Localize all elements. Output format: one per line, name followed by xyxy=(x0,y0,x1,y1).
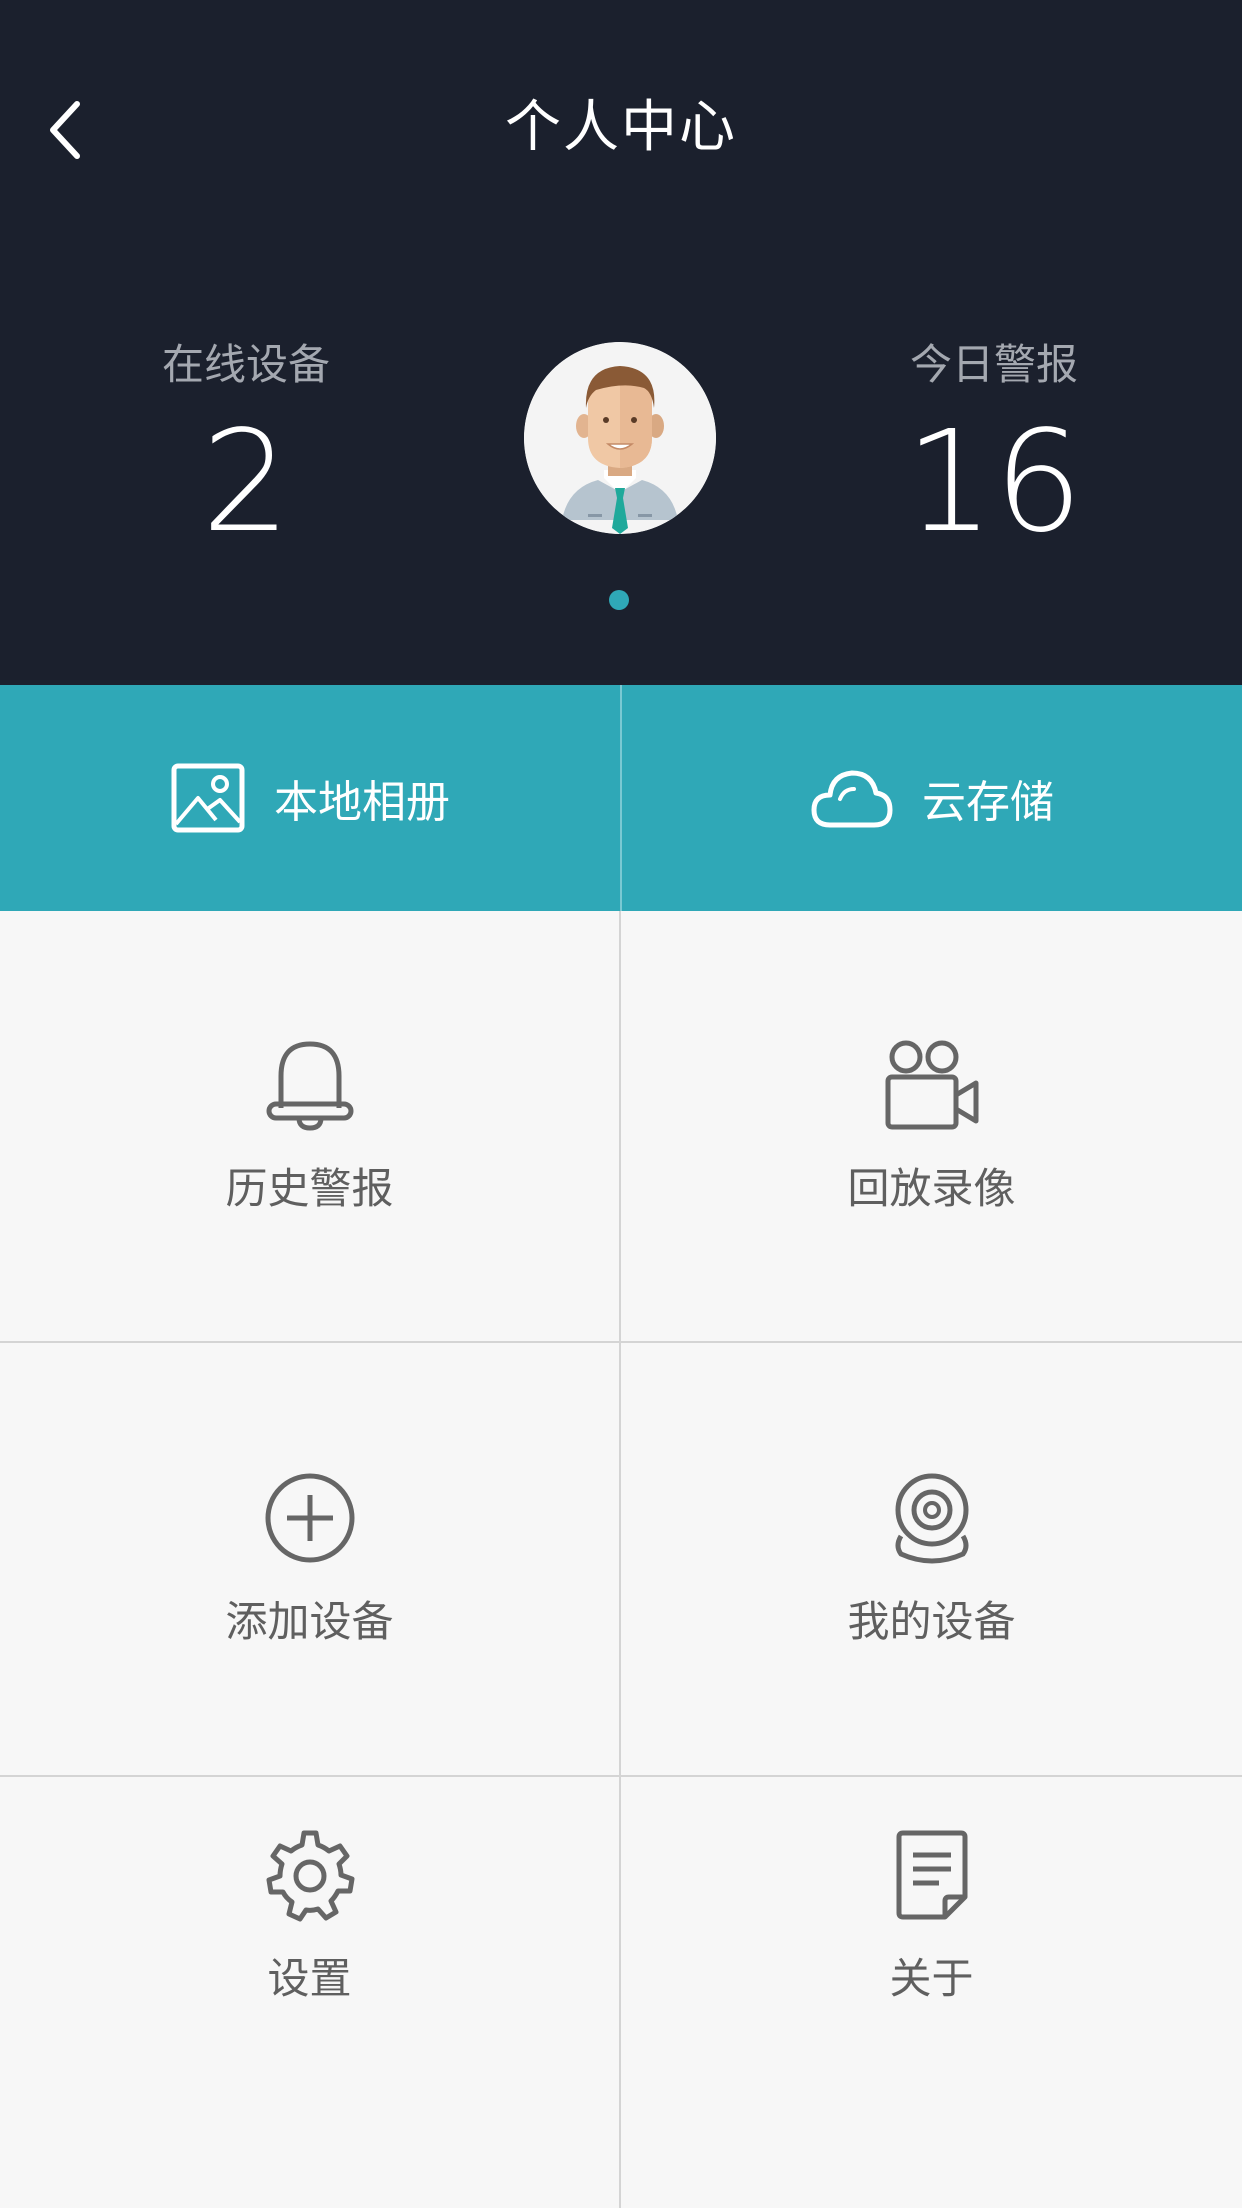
gear-icon xyxy=(262,1825,358,1925)
add-device-item[interactable]: 添加设备 xyxy=(0,1343,619,1775)
page-title: 个人中心 xyxy=(505,95,737,160)
playback-video-label: 回放录像 xyxy=(847,1164,1016,1213)
avatar[interactable] xyxy=(524,342,716,534)
user-avatar-icon xyxy=(524,342,716,534)
playback-video-item[interactable]: 回放录像 xyxy=(621,911,1242,1341)
about-item[interactable]: 关于 xyxy=(621,1777,1242,2208)
settings-item[interactable]: 设置 xyxy=(0,1777,619,2208)
history-alerts-item[interactable]: 历史警报 xyxy=(0,911,619,1341)
online-devices-count: 2 xyxy=(201,401,291,564)
menu-grid: 历史警报 回放录像 添加设备 我的设备 设置 关于 xyxy=(0,911,1242,2208)
today-alerts-label: 今日警报 xyxy=(909,340,1078,389)
header: 个人中心 在线设备 2 今日警报 16 xyxy=(0,0,1242,685)
bell-icon xyxy=(265,1035,355,1135)
video-camera-icon xyxy=(884,1035,980,1135)
my-devices-label: 我的设备 xyxy=(847,1597,1016,1646)
local-album-label: 本地相册 xyxy=(274,777,450,828)
history-alerts-label: 历史警报 xyxy=(225,1164,394,1213)
quick-actions-bar: 本地相册 云存储 xyxy=(0,685,1242,911)
cloud-storage-button[interactable]: 云存储 xyxy=(622,685,1242,911)
local-album-button[interactable]: 本地相册 xyxy=(0,685,620,911)
online-devices-label: 在线设备 xyxy=(161,340,330,389)
cloud-icon xyxy=(810,765,894,831)
settings-label: 设置 xyxy=(267,1954,352,2003)
cloud-storage-label: 云存储 xyxy=(922,777,1054,828)
add-device-label: 添加设备 xyxy=(225,1597,394,1646)
add-circle-icon xyxy=(263,1468,357,1568)
photo-album-icon xyxy=(170,762,246,834)
today-alerts-stat: 今日警报 16 xyxy=(814,330,1174,558)
about-label: 关于 xyxy=(889,1954,974,2003)
today-alerts-count: 16 xyxy=(904,401,1084,564)
page-indicator-dot xyxy=(609,590,629,610)
my-devices-item[interactable]: 我的设备 xyxy=(621,1343,1242,1775)
webcam-icon xyxy=(887,1468,977,1568)
online-devices-stat: 在线设备 2 xyxy=(66,330,426,558)
document-icon xyxy=(893,1825,971,1925)
